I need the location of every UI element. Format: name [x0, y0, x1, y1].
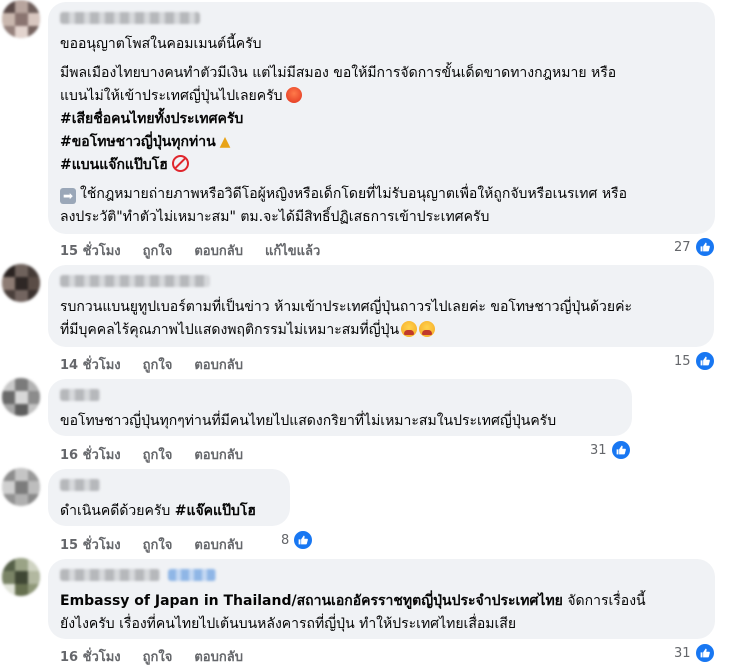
author-name[interactable] — [60, 479, 100, 491]
timestamp[interactable]: 16 ชั่วโมง — [60, 448, 121, 463]
edited-label[interactable]: แก้ไขแล้ว — [265, 244, 320, 259]
reaction-count[interactable]: 15 — [674, 350, 716, 372]
comment-bubble: Embassy of Japan in Thailand/สถานเอกอัคร… — [48, 559, 715, 639]
hashtag[interactable]: #แจ๊คแป๊บโฮ — [175, 503, 256, 519]
comment-line: รบกวนแบนยูทูปเบอร์ตามที่เป็นข่าว ห้ามเข้… — [60, 299, 633, 315]
hashtag[interactable]: #ขอโทษชาวญี่ปุ่นทุกท่าน ▲ — [60, 131, 703, 154]
comment-line: ลงประวัติ"ทำตัวไม่เหมาะสม" ตม.จะได้มีสิท… — [60, 209, 490, 225]
comment-actions: 16 ชั่วโมง ถูกใจ ตอบกลับ — [60, 444, 265, 465]
author-name[interactable] — [60, 569, 160, 581]
comment-bubble: ขอโทษชาวญี่ปุ่นทุกๆท่านที่มีคนไทยไปแสดงก… — [48, 379, 632, 436]
author-name[interactable] — [60, 389, 100, 401]
like-icon — [693, 236, 716, 258]
right-arrow-icon: ➡ — [60, 188, 76, 204]
author-name[interactable] — [60, 12, 200, 24]
crying-face-icon — [401, 321, 418, 337]
comment-bubble: ขออนุญาตโพสในคอมเมนต์นี้ครับ มีพลเมืองไท… — [48, 2, 715, 234]
reply-button[interactable]: ตอบกลับ — [194, 538, 243, 553]
comment-actions: 16 ชั่วโมง ถูกใจ ตอบกลับ — [60, 646, 265, 667]
like-button[interactable]: ถูกใจ — [143, 244, 173, 259]
reaction-count[interactable]: 27 — [674, 236, 716, 258]
comment-actions: 15 ชั่วโมง ถูกใจ ตอบกลับ — [60, 534, 265, 555]
like-button[interactable]: ถูกใจ — [143, 538, 173, 553]
comment-line: ขอโทษชาวญี่ปุ่นทุกๆท่านที่มีคนไทยไปแสดงก… — [60, 413, 557, 429]
reaction-number: 27 — [674, 239, 691, 255]
like-icon — [693, 642, 716, 664]
folded-hands-icon: ▲ — [219, 134, 231, 150]
comment-line: ที่มีบุคคลไร้คุณภาพไปแสดงพฤติกรรมไม่เหมา… — [60, 319, 702, 342]
comment-text: ขอโทษชาวญี่ปุ่นทุกๆท่านที่มีคนไทยไปแสดงก… — [60, 410, 620, 433]
author-badge[interactable] — [168, 569, 216, 581]
like-button[interactable]: ถูกใจ — [143, 650, 173, 665]
comment-text: ขออนุญาตโพสในคอมเมนต์นี้ครับ มีพลเมืองไท… — [60, 33, 703, 229]
no-entry-icon — [171, 155, 189, 172]
comment-paragraph: ➡ ใช้กฎหมายถ่ายภาพหรือวิดีโอผู้หญิงหรือเด… — [60, 183, 703, 229]
reply-button[interactable]: ตอบกลับ — [194, 244, 243, 259]
avatar[interactable] — [2, 264, 40, 302]
comment-actions: 14 ชั่วโมง ถูกใจ ตอบกลับ — [60, 354, 265, 375]
like-icon — [292, 529, 315, 551]
comment-actions: 15 ชั่วโมง ถูกใจ ตอบกลับ แก้ไขแล้ว — [60, 240, 342, 261]
reaction-number: 31 — [674, 645, 691, 661]
comment-line: ➡ ใช้กฎหมายถ่ายภาพหรือวิดีโอผู้หญิงหรือเด… — [60, 183, 703, 206]
reaction-count[interactable]: 31 — [590, 439, 632, 461]
author-row — [60, 567, 703, 590]
comment-paragraph: มีพลเมืองไทยบางคนทำตัวมีเงิน แต่ไม่มีสมอ… — [60, 62, 703, 177]
timestamp[interactable]: 16 ชั่วโมง — [60, 650, 121, 665]
reply-button[interactable]: ตอบกลับ — [194, 448, 243, 463]
comment-text: ดำเนินคดีด้วยครับ #แจ๊คแป๊บโฮ — [60, 500, 278, 523]
comment-line: ดำเนินคดีด้วยครับ #แจ๊คแป๊บโฮ — [60, 503, 256, 519]
comment-bubble: ดำเนินคดีด้วยครับ #แจ๊คแป๊บโฮ — [48, 469, 290, 526]
comment-line: ขออนุญาตโพสในคอมเมนต์นี้ครับ — [60, 36, 262, 52]
timestamp[interactable]: 14 ชั่วโมง — [60, 358, 121, 373]
comment-text: Embassy of Japan in Thailand/สถานเอกอัคร… — [60, 590, 703, 636]
comment-text: รบกวนแบนยูทูปเบอร์ตามที่เป็นข่าว ห้ามเข้… — [60, 296, 702, 342]
timestamp[interactable]: 15 ชั่วโมง — [60, 538, 121, 553]
comment-line: ยังไงครับ เรื่องที่คนไทยไปเต้นบนหลังคารถ… — [60, 616, 517, 632]
comment-line: แบนไม่ให้เข้าประเทศญี่ปุ่นไปเลยครับ — [60, 85, 703, 108]
author-name[interactable] — [60, 275, 210, 287]
reaction-number: 15 — [674, 353, 691, 369]
crying-face-icon — [419, 321, 436, 337]
avatar[interactable] — [2, 378, 40, 416]
like-icon — [609, 439, 632, 461]
avatar[interactable] — [2, 558, 40, 596]
avatar[interactable] — [2, 468, 40, 506]
comment-bubble: รบกวนแบนยูทูปเบอร์ตามที่เป็นข่าว ห้ามเข้… — [48, 265, 714, 347]
like-button[interactable]: ถูกใจ — [143, 358, 173, 373]
reaction-count[interactable]: 31 — [674, 642, 716, 664]
reaction-number: 31 — [590, 442, 607, 458]
reply-button[interactable]: ตอบกลับ — [194, 650, 243, 665]
like-button[interactable]: ถูกใจ — [143, 448, 173, 463]
reply-button[interactable]: ตอบกลับ — [194, 358, 243, 373]
hashtag[interactable]: #แบนแจ๊กแป๊บโฮ — [60, 154, 703, 177]
comment-line: Embassy of Japan in Thailand/สถานเอกอัคร… — [60, 593, 646, 609]
reaction-count[interactable]: 8 — [281, 529, 315, 551]
reaction-number: 8 — [281, 532, 290, 548]
like-icon — [693, 350, 716, 372]
avatar[interactable] — [2, 0, 40, 38]
angry-face-icon — [285, 87, 302, 103]
comment-line: มีพลเมืองไทยบางคนทำตัวมีเงิน แต่ไม่มีสมอ… — [60, 65, 617, 81]
page-mention[interactable]: Embassy of Japan in Thailand/สถานเอกอัคร… — [60, 593, 563, 609]
timestamp[interactable]: 15 ชั่วโมง — [60, 244, 121, 259]
hashtag[interactable]: #เสียชื่อคนไทยทั้งประเทศครับ — [60, 108, 703, 131]
